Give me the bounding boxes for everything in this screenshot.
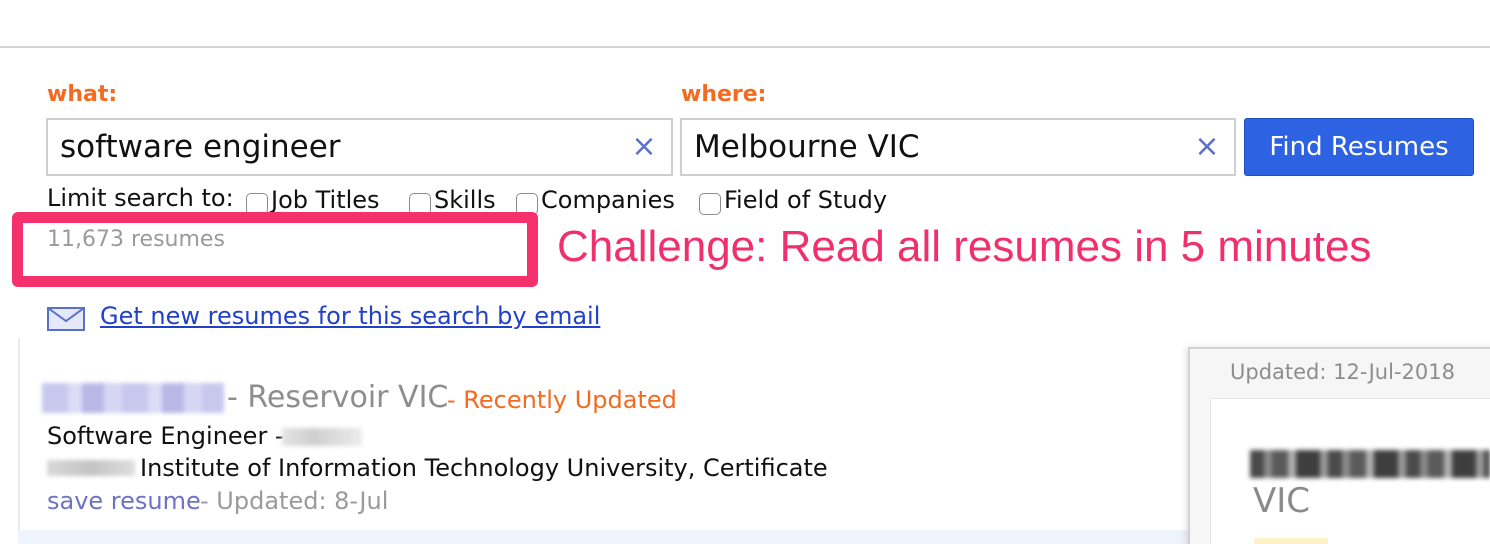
resume-count: 11,673 resumes xyxy=(47,227,225,252)
what-input[interactable] xyxy=(60,120,613,174)
recently-updated-badge: - Recently Updated xyxy=(447,386,677,414)
challenge-annotation: Challenge: Read all resumes in 5 minutes xyxy=(557,222,1372,271)
limit-companies[interactable]: Companies xyxy=(516,184,675,216)
candidate-job-title: Software Engineer - xyxy=(47,422,284,450)
where-search-box: × xyxy=(680,118,1236,176)
preview-updated-date: Updated: 12-Jul-2018 xyxy=(1230,360,1455,384)
header-divider xyxy=(0,46,1490,48)
next-result-row xyxy=(18,530,1188,544)
mail-envelope-icon[interactable] xyxy=(47,307,85,331)
preview-name-redacted xyxy=(1250,450,1490,478)
where-input[interactable] xyxy=(694,120,1176,174)
what-search-box: × xyxy=(46,118,673,176)
email-alert-link[interactable]: Get new resumes for this search by email xyxy=(100,302,600,330)
result-updated-date: - Updated: 8-Jul xyxy=(200,487,389,515)
resume-search-page: what: where: × × Find Resumes Limit sear… xyxy=(0,0,1490,544)
find-resumes-button[interactable]: Find Resumes xyxy=(1244,118,1474,176)
limit-search-label: Limit search to: xyxy=(47,184,234,212)
candidate-education: Institute of Information Technology Univ… xyxy=(140,454,828,482)
school-prefix-redacted xyxy=(47,460,135,476)
preview-location: VIC xyxy=(1253,481,1311,521)
companies-label: Companies xyxy=(541,186,675,214)
candidate-location: - Reservoir VIC xyxy=(227,380,449,415)
preview-highlight xyxy=(1254,538,1328,544)
candidate-name-redacted[interactable] xyxy=(42,383,224,413)
clear-where-icon[interactable]: × xyxy=(1194,130,1220,164)
where-label: where: xyxy=(681,82,767,107)
what-label: what: xyxy=(47,82,118,107)
clear-what-icon[interactable]: × xyxy=(631,130,657,164)
limit-field-of-study[interactable]: Field of Study xyxy=(699,184,887,216)
field-of-study-checkbox[interactable] xyxy=(699,193,721,215)
employer-redacted xyxy=(282,428,362,446)
save-resume-link[interactable]: save resume xyxy=(47,487,201,515)
field-of-study-label: Field of Study xyxy=(724,186,888,214)
